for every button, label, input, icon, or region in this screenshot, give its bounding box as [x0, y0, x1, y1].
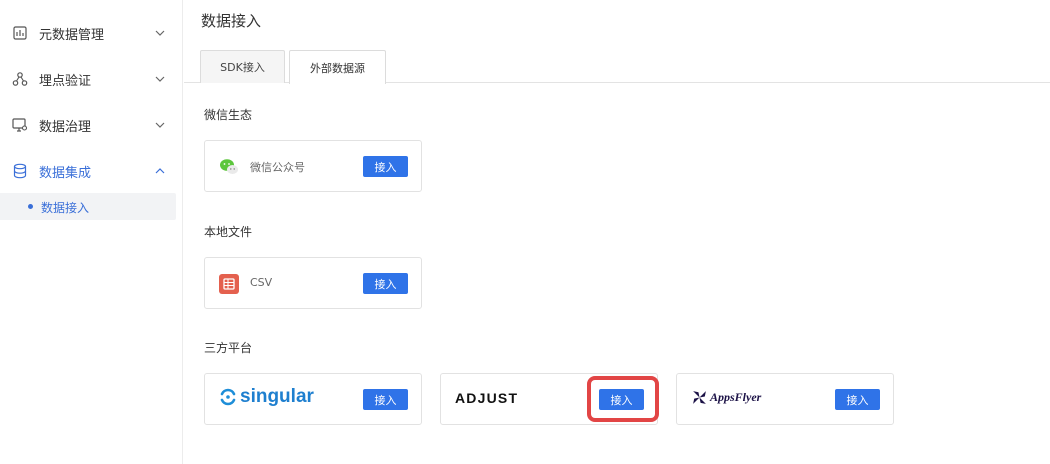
- connect-button[interactable]: 接入: [363, 156, 408, 177]
- sidebar-item-label: 数据集成: [39, 165, 92, 181]
- bar-chart-doc-icon: [12, 25, 28, 41]
- tab-bar: SDK接入 外部数据源: [184, 50, 1050, 84]
- sidebar: 元数据管理 埋点验证 数据治理 数据集成 数据接入: [0, 0, 183, 464]
- chevron-down-icon: [155, 30, 165, 36]
- tab-sdk[interactable]: SDK接入: [200, 50, 285, 83]
- section-title-local: 本地文件: [204, 225, 253, 239]
- appsflyer-wordmark: AppsFlyer: [710, 390, 762, 404]
- source-name: 微信公众号: [250, 161, 305, 174]
- source-card-csv: CSV 接入: [204, 257, 422, 309]
- sidebar-item-label: 埋点验证: [39, 73, 92, 89]
- source-card-singular: singular 接入: [204, 373, 422, 425]
- sidebar-subitem-label: 数据接入: [41, 201, 90, 215]
- connect-button[interactable]: 接入: [363, 273, 408, 294]
- page-title: 数据接入: [201, 12, 262, 30]
- section-title-third-party: 三方平台: [204, 341, 253, 355]
- singular-wordmark: singular: [240, 386, 314, 407]
- singular-mark-icon: [220, 388, 236, 406]
- source-name: CSV: [250, 276, 273, 289]
- sidebar-item-tracking[interactable]: 埋点验证: [0, 56, 183, 102]
- source-card-wechat: 微信公众号 接入: [204, 140, 422, 192]
- source-card-appsflyer: AppsFlyer 接入: [676, 373, 894, 425]
- tracking-nodes-icon: [12, 71, 28, 87]
- monitor-gear-icon: [12, 117, 28, 133]
- section-title-wechat: 微信生态: [204, 108, 253, 122]
- adjust-logo: ADJUST: [455, 390, 519, 406]
- chevron-down-icon: [155, 122, 165, 128]
- csv-file-icon: [219, 274, 239, 294]
- connect-button[interactable]: 接入: [363, 389, 408, 410]
- sidebar-item-integration[interactable]: 数据集成: [0, 148, 183, 194]
- singular-logo: singular: [219, 387, 314, 407]
- sidebar-item-governance[interactable]: 数据治理: [0, 102, 183, 148]
- sidebar-item-metadata[interactable]: 元数据管理: [0, 10, 183, 56]
- database-icon: [12, 163, 28, 179]
- sidebar-item-label: 数据治理: [39, 119, 92, 135]
- appsflyer-mark-icon: [693, 391, 706, 404]
- appsflyer-logo: AppsFlyer: [691, 389, 761, 406]
- highlight-box: [587, 376, 659, 422]
- sidebar-subitem-data-access[interactable]: 数据接入: [0, 193, 176, 220]
- wechat-icon: [220, 159, 238, 174]
- connect-button[interactable]: 接入: [835, 389, 880, 410]
- chevron-down-icon: [155, 76, 165, 82]
- sidebar-item-label: 元数据管理: [39, 27, 105, 43]
- tab-external-source[interactable]: 外部数据源: [289, 50, 386, 84]
- chevron-up-icon: [155, 168, 165, 174]
- active-dot: [28, 204, 33, 209]
